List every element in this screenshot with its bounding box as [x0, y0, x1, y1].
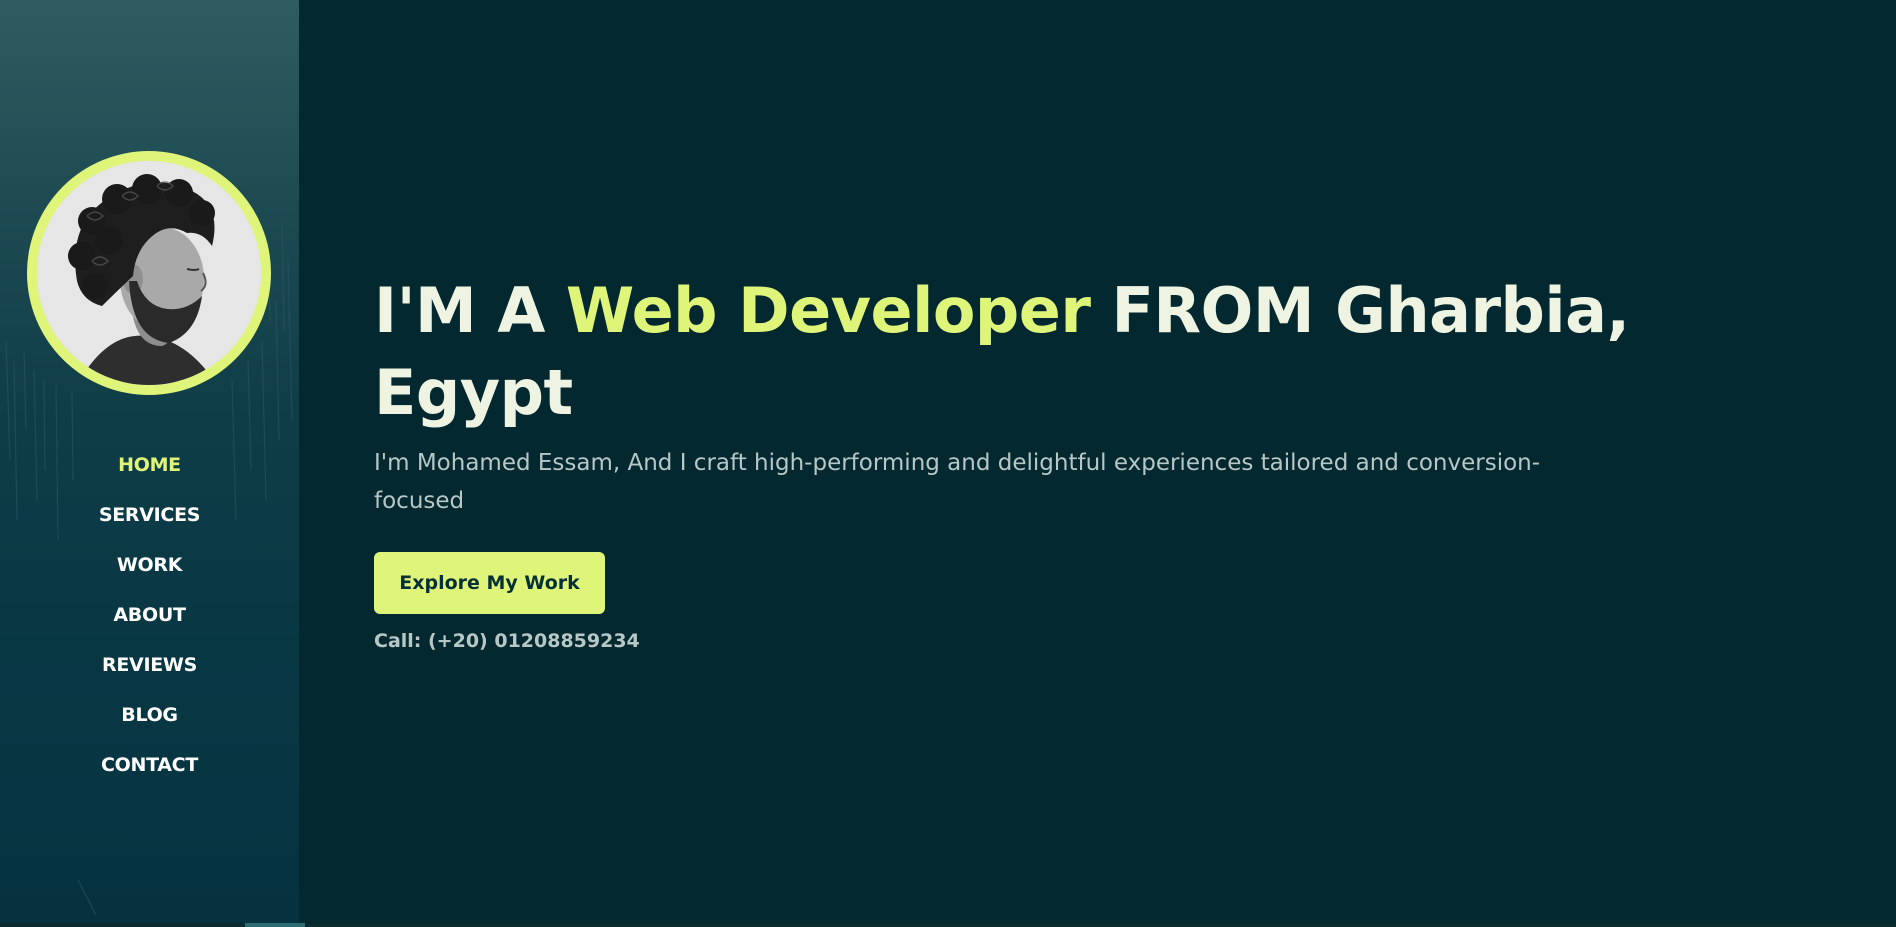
- avatar: [27, 151, 271, 395]
- sidebar: HOME SERVICES WORK ABOUT REVIEWS BLOG CO…: [0, 0, 299, 927]
- nav-item-reviews[interactable]: REVIEWS: [0, 640, 299, 690]
- call-phone-link[interactable]: Call: (+20) 01208859234: [374, 630, 1634, 652]
- explore-work-button[interactable]: Explore My Work: [374, 552, 605, 614]
- scrollbar-thumb[interactable]: [245, 923, 305, 927]
- nav-item-blog[interactable]: BLOG: [0, 690, 299, 740]
- hero-title-highlight: Web Developer: [565, 274, 1091, 347]
- nav-item-home[interactable]: HOME: [0, 440, 299, 490]
- nav-item-contact[interactable]: CONTACT: [0, 740, 299, 790]
- bottom-scrollbar[interactable]: [0, 923, 1896, 927]
- nav-item-about[interactable]: ABOUT: [0, 590, 299, 640]
- portrait-photo-icon: [37, 161, 261, 385]
- nav-item-work[interactable]: WORK: [0, 540, 299, 590]
- portfolio-page: HOME SERVICES WORK ABOUT REVIEWS BLOG CO…: [0, 0, 1896, 927]
- hero-subtitle: I'm Mohamed Essam, And I craft high-perf…: [374, 450, 1541, 514]
- hero-section: I'M A Web Developer FROM Gharbia, Egypt …: [374, 270, 1634, 652]
- sidebar-nav: HOME SERVICES WORK ABOUT REVIEWS BLOG CO…: [0, 440, 299, 790]
- hero-title: I'M A Web Developer FROM Gharbia, Egypt: [374, 270, 1634, 434]
- nav-item-services[interactable]: SERVICES: [0, 490, 299, 540]
- hero-title-prefix: I'M A: [374, 274, 566, 347]
